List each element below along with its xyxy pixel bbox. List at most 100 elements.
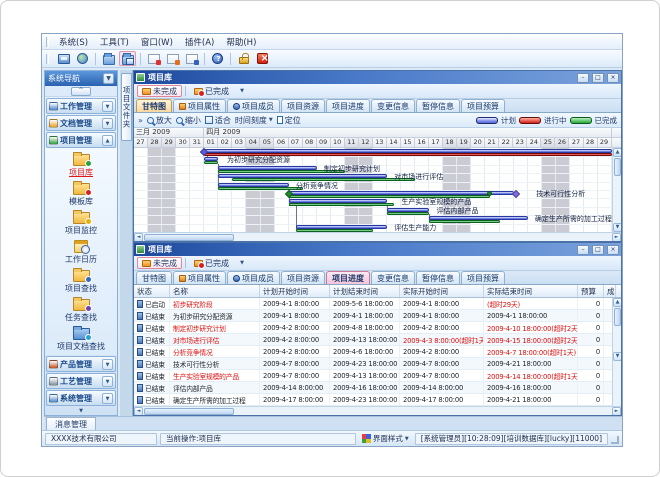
- column-header-name[interactable]: 名称: [170, 285, 260, 297]
- gantt-bar-done[interactable]: [429, 220, 499, 223]
- mail-manage-button[interactable]: [183, 51, 200, 66]
- globe-button[interactable]: [74, 51, 91, 66]
- group-system-mgmt-arrow[interactable]: ▼: [102, 393, 113, 404]
- group-doc-mgmt[interactable]: 文档管理▼: [46, 115, 116, 131]
- table-row[interactable]: 已启动初步研究阶段2009-4-1 8:00:002009-5-6 18:00:…: [134, 298, 621, 310]
- table-hscrollbar-left[interactable]: ◄: [134, 407, 143, 416]
- mail-read-button[interactable]: [164, 51, 181, 66]
- group-product-mgmt-arrow[interactable]: ▼: [102, 359, 113, 370]
- table-hscrollbar[interactable]: ◄►: [134, 406, 621, 415]
- gantt-vscrollbar-thumb[interactable]: [614, 158, 621, 176]
- gantt-bar-plan[interactable]: [296, 225, 387, 229]
- gantt-window-tab-progress[interactable]: 项目进度: [326, 99, 370, 112]
- table-window-filter-finished[interactable]: 已完成: [189, 257, 234, 269]
- group-process-mgmt[interactable]: 工艺管理▼: [46, 373, 116, 389]
- mail-new-button[interactable]: [145, 51, 162, 66]
- column-header-plan-end[interactable]: 计划结束时间: [330, 285, 400, 297]
- gantt-window-filter-finished[interactable]: 已完成: [189, 85, 234, 97]
- tab-message-management[interactable]: 消息管理: [46, 417, 96, 430]
- group-work-mgmt-arrow[interactable]: ▼: [102, 101, 113, 112]
- table-row[interactable]: 已结束生产实验室规模的产品2009-4-7 8:00:002009-4-13 1…: [134, 370, 621, 382]
- table-hscrollbar-thumb[interactable]: [144, 408, 234, 415]
- gantt-bar-done[interactable]: [296, 229, 373, 232]
- gantt-window-titlebar[interactable]: 项目库–□×: [134, 71, 621, 84]
- resize-grip[interactable]: [611, 436, 619, 444]
- gantt-toolbar-overflow[interactable]: »: [138, 116, 143, 125]
- folder-button[interactable]: [100, 51, 117, 66]
- table-window-minimize-button[interactable]: –: [577, 245, 589, 255]
- table-hscrollbar-right[interactable]: ►: [612, 407, 621, 416]
- project-folder-button[interactable]: [119, 51, 136, 66]
- gantt-window-tab-members[interactable]: 项目成员: [227, 99, 280, 112]
- gantt-window-tab-props[interactable]: 项目属性: [173, 99, 226, 112]
- group-system-mgmt[interactable]: 系统管理▼: [46, 390, 116, 406]
- table-vscrollbar-down[interactable]: ▼: [613, 352, 621, 361]
- gantt-window-maximize-button[interactable]: □: [592, 73, 604, 83]
- group-process-mgmt-arrow[interactable]: ▼: [102, 376, 113, 387]
- nav-item-project-doc-search[interactable]: 项目文档查找: [45, 325, 117, 352]
- menu-plugins[interactable]: 插件(A): [179, 35, 220, 49]
- table-window-tab-pauses[interactable]: 暂停信息: [416, 271, 460, 284]
- table-row[interactable]: 已结束分析竞争情况2009-4-2 8:00:002009-4-6 18:00:…: [134, 346, 621, 358]
- pin-icon[interactable]: ▼: [103, 73, 114, 84]
- table-window-filter-unfinished[interactable]: 未完成: [137, 257, 182, 269]
- nav-item-project-search[interactable]: 项目查找: [45, 267, 117, 294]
- lock-button[interactable]: [235, 51, 252, 66]
- table-vscrollbar-thumb[interactable]: [614, 308, 621, 326]
- nav-item-template-library[interactable]: 模板库: [45, 180, 117, 207]
- column-header-plan-start[interactable]: 计划开始时间: [260, 285, 330, 297]
- column-header-cost[interactable]: 成: [604, 285, 616, 297]
- gantt-window-tab-changes[interactable]: 变更信息: [371, 99, 415, 112]
- gantt-hscrollbar-right[interactable]: ►: [612, 233, 621, 242]
- gantt-hscrollbar-thumb[interactable]: [144, 234, 234, 241]
- table-row[interactable]: 已结束技术可行性分析2009-4-7 8:00:002009-4-23 18:0…: [134, 358, 621, 370]
- gantt-window-tab-resources[interactable]: 项目资源: [281, 99, 325, 112]
- nav-item-work-calendar[interactable]: 工作日历: [45, 238, 117, 265]
- table-row[interactable]: 已结束制定初步研究计划2009-4-2 8:00:002009-4-8 18:0…: [134, 322, 621, 334]
- group-doc-mgmt-arrow[interactable]: ▼: [102, 118, 113, 129]
- gantt-vscrollbar-down[interactable]: ▼: [613, 223, 621, 232]
- gantt-vscrollbar[interactable]: ▲▼: [612, 148, 621, 232]
- gantt-zoom-in-button[interactable]: 放大: [147, 115, 172, 126]
- gantt-vscrollbar-up[interactable]: ▲: [613, 148, 621, 157]
- gantt-bar-done[interactable]: [204, 161, 218, 164]
- gantt-window-close-button[interactable]: ×: [607, 73, 619, 83]
- table-window-tab-changes[interactable]: 变更信息: [371, 271, 415, 284]
- gantt-hscrollbar[interactable]: ◄►: [134, 232, 621, 241]
- table-window-maximize-button[interactable]: □: [592, 245, 604, 255]
- table-row[interactable]: 已结束为初步研究分配资源2009-4-1 8:00:002009-4-1 18:…: [134, 310, 621, 322]
- group-product-mgmt[interactable]: 产品管理▼: [46, 356, 116, 372]
- gantt-window-filter-more-button[interactable]: ▼: [237, 86, 247, 96]
- column-header-actual-end[interactable]: 实际结束时间: [484, 285, 578, 297]
- table-row[interactable]: 已结束对市场进行评估2009-4-2 8:00:002009-4-13 18:0…: [134, 334, 621, 346]
- gantt-window-minimize-button[interactable]: –: [577, 73, 589, 83]
- gantt-locate-button[interactable]: 定位: [277, 115, 301, 126]
- nav-item-project-monitor[interactable]: 项目监控: [45, 209, 117, 236]
- group-project-mgmt-arrow[interactable]: ▲: [102, 135, 113, 146]
- gantt-bar-plan[interactable]: [218, 183, 288, 187]
- gantt-fit-button[interactable]: 适合: [205, 115, 231, 126]
- table-window-tab-props[interactable]: 项目属性: [173, 271, 226, 284]
- table-window-filter-more-button[interactable]: ▼: [237, 258, 247, 268]
- nav-item-project-library[interactable]: 项目库: [45, 151, 117, 178]
- tab-project-folder[interactable]: 项目文件夹: [121, 73, 132, 141]
- sidebar-overflow-button[interactable]: ▼: [45, 406, 117, 415]
- table-row[interactable]: 已结束确定生产所需的加工过程2009-4-17 8:00:002009-4-23…: [134, 394, 621, 406]
- table-row[interactable]: 已结束评估内部产品2009-4-14 8:00:002009-4-16 18:0…: [134, 382, 621, 394]
- gantt-timescale-button[interactable]: 时间刻度▼: [235, 115, 273, 126]
- exit-button[interactable]: [254, 51, 271, 66]
- group-project-mgmt[interactable]: 项目管理▲: [46, 132, 116, 148]
- gantt-window-tab-gantt[interactable]: 甘特图: [136, 99, 172, 112]
- group-work-mgmt[interactable]: 工作管理▼: [46, 98, 116, 114]
- table-vscrollbar-up[interactable]: ▲: [613, 298, 621, 307]
- gantt-bar-done[interactable]: [218, 187, 302, 190]
- workspace-button[interactable]: [55, 51, 72, 66]
- table-window-tab-resources[interactable]: 项目资源: [281, 271, 325, 284]
- column-header-actual-start[interactable]: 实际开始时间: [400, 285, 484, 297]
- menu-tools[interactable]: 工具(T): [94, 35, 135, 49]
- menu-window[interactable]: 窗口(W): [135, 35, 179, 49]
- table-window-tab-gantt[interactable]: 甘特图: [136, 271, 172, 284]
- gantt-zoom-out-button[interactable]: 缩小: [176, 115, 201, 126]
- nav-item-task-search[interactable]: 任务查找: [45, 296, 117, 323]
- help-button[interactable]: [209, 51, 226, 66]
